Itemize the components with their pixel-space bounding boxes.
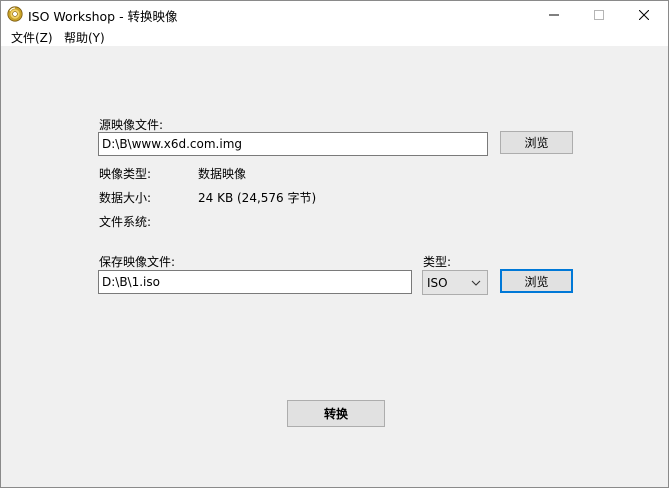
save-type-select[interactable]: ISO (422, 270, 488, 295)
data-size-value: 24 KB (24,576 字节) (198, 191, 317, 205)
save-browse-button[interactable]: 浏览 (500, 269, 573, 293)
close-icon (639, 9, 649, 20)
main-window: ISO Workshop - 转换映像 文件(Z) 帮助(Y) 源映像文件: D… (0, 0, 669, 488)
image-type-value: 数据映像 (198, 167, 247, 181)
image-type-label: 映像类型: (99, 167, 152, 181)
window-title: ISO Workshop - 转换映像 (28, 9, 178, 24)
menu-help[interactable]: 帮助(Y) (63, 29, 106, 46)
save-image-input[interactable]: D:\B\1.iso (98, 270, 412, 294)
minimize-icon (549, 14, 559, 15)
app-disc-icon (7, 6, 23, 22)
save-image-label: 保存映像文件: (99, 255, 176, 269)
maximize-icon (594, 9, 604, 20)
source-image-label: 源映像文件: (99, 118, 164, 132)
maximize-button[interactable] (576, 1, 622, 28)
source-browse-button[interactable]: 浏览 (500, 131, 573, 154)
menu-file[interactable]: 文件(Z) (10, 29, 54, 46)
title-bar: ISO Workshop - 转换映像 (1, 1, 668, 28)
close-button[interactable] (621, 1, 667, 28)
save-type-value: ISO (427, 275, 448, 290)
chevron-down-icon (471, 280, 481, 286)
menu-bar: 文件(Z) 帮助(Y) (1, 28, 668, 46)
convert-button[interactable]: 转换 (287, 400, 385, 427)
data-size-label: 数据大小: (99, 191, 152, 205)
source-image-input[interactable]: D:\B\www.x6d.com.img (98, 132, 488, 156)
file-system-label: 文件系统: (99, 215, 152, 229)
minimize-button[interactable] (531, 1, 577, 28)
save-type-label: 类型: (423, 255, 452, 269)
